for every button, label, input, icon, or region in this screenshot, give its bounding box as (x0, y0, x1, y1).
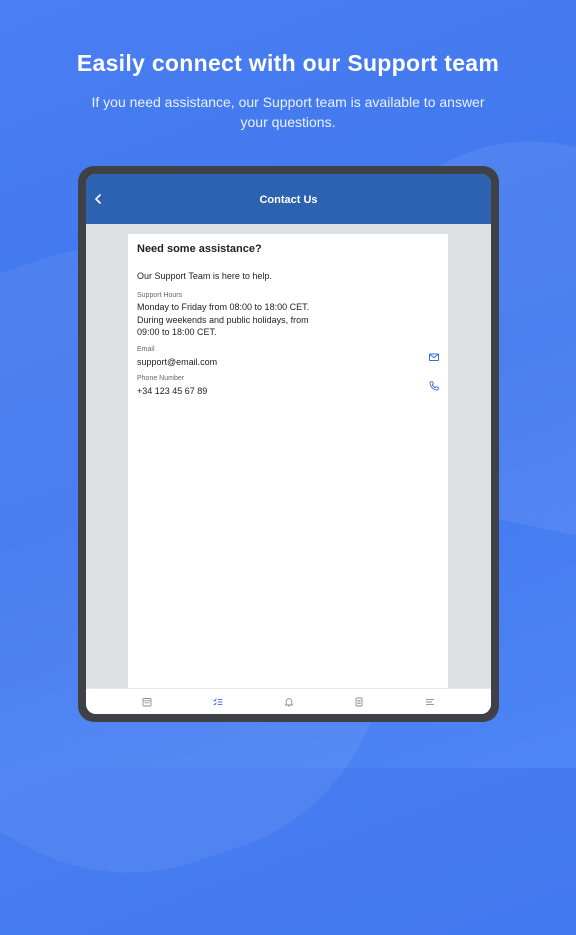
phone-label: Phone Number (137, 375, 185, 382)
tab-checklist[interactable] (205, 689, 231, 714)
call-button[interactable] (428, 379, 440, 391)
tab-calendar[interactable] (134, 689, 160, 714)
tablet-frame: Contact Us Need some assistance? Our Sup… (78, 166, 499, 722)
hero-subtitle: If you need assistance, our Support team… (91, 94, 485, 130)
menu-icon (426, 699, 434, 705)
support-hours-line: During weekends and public holidays, fro… (137, 314, 309, 325)
hero-title: Easily connect with our Support team (76, 50, 500, 76)
support-hours-label: Support Hours (137, 292, 183, 299)
contact-card: Need some assistance? Our Support Team i… (128, 234, 448, 690)
support-hours-line: Monday to Friday from 08:00 to 18:00 CET… (137, 302, 310, 312)
bell-icon (284, 698, 294, 707)
back-button[interactable] (90, 191, 106, 207)
phone-icon (429, 381, 439, 391)
card-intro: Our Support Team is here to help. (137, 271, 272, 281)
phone-value[interactable]: +34 123 45 67 89 (137, 385, 337, 398)
chevron-left-icon (95, 194, 101, 204)
tab-notifications[interactable] (276, 689, 302, 714)
email-value[interactable]: support@email.com (137, 356, 337, 369)
tab-menu[interactable] (417, 689, 443, 714)
email-label: Email (137, 346, 155, 353)
tab-documents[interactable] (346, 689, 372, 714)
document-icon (355, 697, 363, 707)
card-heading: Need some assistance? (137, 243, 262, 255)
mail-icon (429, 353, 439, 361)
page-title: Contact Us (259, 194, 318, 206)
nav-bar: Contact Us (86, 174, 491, 224)
support-hours-line: 09:00 to 18:00 CET. (137, 327, 217, 337)
support-hours-value: Monday to Friday from 08:00 to 18:00 CET… (137, 301, 437, 339)
tab-bar (86, 688, 491, 714)
checklist-icon (213, 698, 223, 706)
app-screen: Contact Us Need some assistance? Our Sup… (86, 174, 491, 714)
email-button[interactable] (428, 350, 440, 362)
calendar-icon (142, 698, 152, 707)
